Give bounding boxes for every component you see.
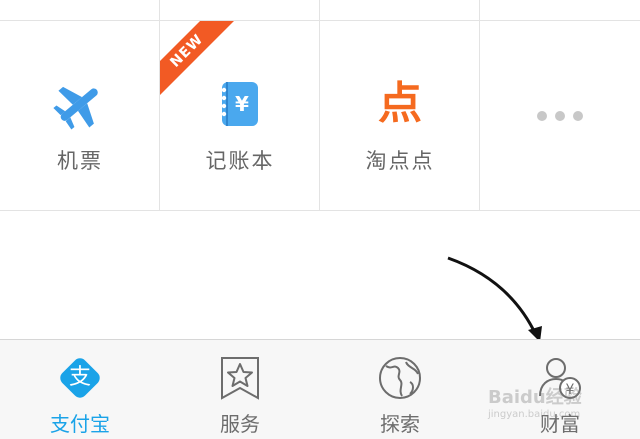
bottom-tab-bar: 支 支付宝 服务 探索 ¥ 财富	[0, 339, 640, 439]
alipay-logo-text: 支	[68, 365, 91, 390]
grid-item-taodiandian[interactable]: 点 淘点点	[320, 21, 480, 210]
grid-item-label: 淘点点	[365, 149, 435, 173]
taodiandian-logo-icon: 点	[378, 78, 422, 129]
more-dots-icon	[537, 111, 583, 121]
grid-item-ledger[interactable]: NEW ¥ 记账本	[160, 21, 320, 210]
grid-item-flight-tickets[interactable]: 机票	[0, 21, 160, 210]
tab-service[interactable]: 服务	[160, 340, 320, 439]
tab-alipay[interactable]: 支 支付宝	[0, 340, 160, 439]
ledger-book-icon: ¥	[221, 82, 258, 126]
tab-label: 财富	[540, 412, 580, 436]
grid-item-label: 记账本	[205, 149, 275, 173]
airplane-icon	[53, 86, 98, 130]
annotation-arrow	[447, 256, 542, 342]
globe-icon	[379, 357, 421, 399]
wealth-person-yen-icon: ¥	[539, 358, 581, 399]
app-grid: 机票 NEW ¥ 记账本 点 淘点点	[0, 21, 640, 211]
grid-item-more[interactable]	[480, 21, 640, 210]
tab-label: 探索	[380, 412, 420, 436]
grid-item-label: 机票	[57, 149, 103, 173]
svg-text:¥: ¥	[566, 382, 575, 398]
grid-divider	[319, 0, 320, 20]
grid-divider	[159, 0, 160, 20]
grid-previous-row	[0, 0, 640, 21]
grid-divider	[479, 0, 480, 20]
tab-label: 服务	[220, 412, 260, 436]
svg-text:¥: ¥	[235, 92, 249, 116]
tab-wealth[interactable]: ¥ 财富	[480, 340, 640, 439]
service-star-icon	[221, 357, 259, 400]
alipay-home-screen: 机票 NEW ¥ 记账本 点 淘点点 支 支付宝 服务 探索 ¥ 财富 Baid…	[0, 0, 640, 439]
tab-label: 支付宝	[50, 412, 110, 436]
tab-explore[interactable]: 探索	[320, 340, 480, 439]
